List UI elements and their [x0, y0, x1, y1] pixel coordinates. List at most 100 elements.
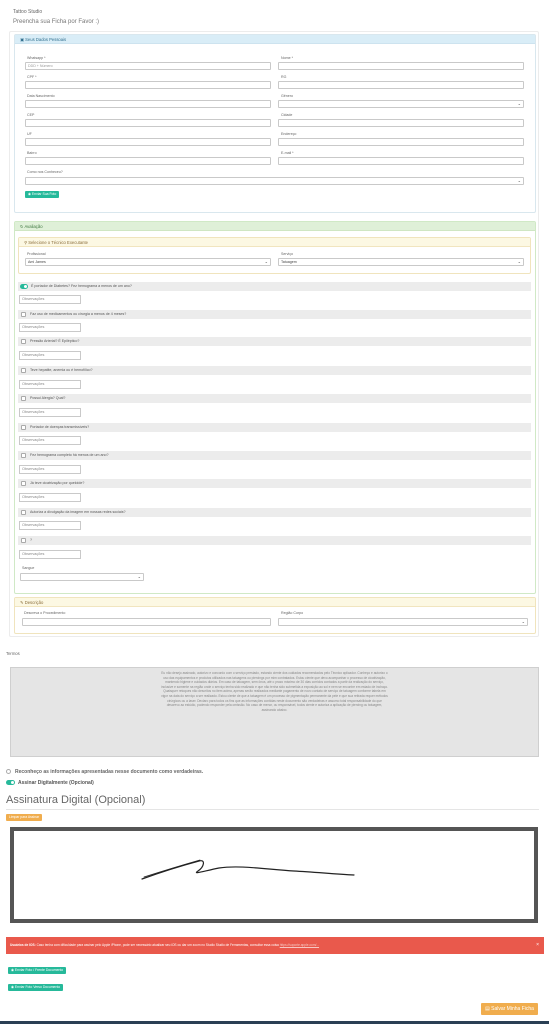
sangue-select[interactable]: ⌄	[20, 573, 144, 581]
send-id-back-button[interactable]: ◉ Enviar Foto Verso Documento	[8, 984, 64, 991]
camera-icon: ◉	[11, 985, 14, 989]
question-row: Pressão Arterial? É Epiléptico?	[18, 337, 531, 346]
cpf-input[interactable]	[25, 81, 271, 89]
cep-input[interactable]	[25, 119, 271, 127]
observacoes-input[interactable]: Observações	[19, 408, 81, 417]
question-checkbox[interactable]	[21, 339, 26, 344]
whatsapp-input[interactable]: DDD + Número	[25, 62, 271, 70]
divider	[6, 809, 539, 810]
profissional-select[interactable]: Ami James ⌄	[25, 258, 271, 266]
termos-textarea[interactable]: Eu não desejo assinado, autorizo e conco…	[10, 667, 539, 757]
question-row: Autoriza a divulgação da imagem em nossa…	[18, 508, 531, 517]
observacoes-input[interactable]: Observações	[19, 380, 81, 389]
refresh-icon: ↻	[20, 224, 24, 229]
email-input[interactable]	[278, 157, 524, 165]
question-toggle[interactable]	[20, 284, 28, 289]
page-subtitle: Preencha sua Ficha por Favor :)	[13, 19, 100, 25]
question-row: Possui Alergia? Qual?	[18, 394, 531, 403]
sign-toggle[interactable]	[6, 780, 15, 785]
servico-select[interactable]: Tatuagem ⌄	[278, 258, 524, 266]
nascimento-label: Data Nascimento	[27, 94, 55, 98]
uf-label: UF	[27, 132, 32, 136]
endereco-input[interactable]	[278, 138, 524, 146]
conheceu-label: Como nos Conheceu?	[27, 170, 63, 174]
agree-row[interactable]: Reconheço as informações apresentadas ne…	[6, 769, 203, 775]
observacoes-input[interactable]: Observações	[19, 436, 81, 445]
chevron-down-icon: ⌄	[517, 259, 521, 264]
alert-link[interactable]: https://suporte.apple.com/...	[280, 943, 319, 947]
descricao-label: Descreva o Procedimento	[24, 611, 66, 615]
close-icon[interactable]: ×	[536, 937, 539, 954]
user-icon: ▣	[20, 37, 24, 42]
whatsapp-label: Whatsapp *	[27, 56, 46, 60]
avaliacao-heading: ↻ Avaliação	[15, 222, 535, 231]
question-checkbox[interactable]	[21, 538, 26, 543]
bairro-input[interactable]	[25, 157, 271, 165]
question-row: Teve hepatite, anemia ou é hemofílico?	[18, 366, 531, 375]
conheceu-select[interactable]: ⌄	[25, 177, 524, 185]
chevron-down-icon: ⌄	[521, 619, 525, 624]
email-label: E-mail *	[281, 151, 294, 155]
clear-signature-button[interactable]: Limpar para Assinar	[6, 814, 43, 821]
termos-label: Termos	[6, 651, 20, 656]
question-checkbox[interactable]	[21, 368, 26, 373]
chevron-down-icon: ⌄	[264, 259, 268, 264]
genero-select[interactable]: ⌄	[278, 100, 524, 108]
descricao-panel: ✎ Descrição	[14, 597, 536, 634]
observacoes-input[interactable]: Observações	[19, 493, 81, 502]
rg-input[interactable]	[278, 81, 524, 89]
chevron-down-icon: ⌄	[517, 101, 521, 106]
observacoes-input[interactable]: Observações	[19, 351, 81, 360]
servico-label: Serviço	[281, 252, 293, 256]
camera-icon: ◉	[11, 968, 14, 972]
question-row: Faz uso de medicamentos ou cirurgia a me…	[18, 310, 531, 319]
agree-checkbox[interactable]	[6, 769, 11, 774]
signature-stroke	[141, 859, 355, 880]
question-checkbox[interactable]	[21, 453, 26, 458]
send-photo-button[interactable]: ◉ Enviar Sua Foto	[25, 191, 60, 198]
nome-label: Nome *	[281, 56, 293, 60]
uf-input[interactable]	[25, 138, 271, 146]
edit-icon: ✎	[20, 600, 24, 605]
cidade-label: Cidade	[281, 113, 293, 117]
cidade-input[interactable]	[278, 119, 524, 127]
pin-icon: ⚲	[24, 240, 28, 245]
observacoes-input[interactable]: Observações	[19, 465, 81, 474]
question-checkbox[interactable]	[21, 396, 26, 401]
regiao-select[interactable]: ⌄	[278, 618, 528, 626]
send-id-front-button[interactable]: ◉ Enviar Foto / Frente Documento	[8, 967, 67, 974]
tecnico-heading: ⚲ Selecione o Técnico Executante	[19, 238, 530, 247]
regiao-label: Região Corpo	[281, 611, 304, 615]
question-row: É portador de Diabetes? Fez hemograma a …	[18, 282, 531, 291]
genero-label: Gênero	[281, 94, 293, 98]
nascimento-input[interactable]	[25, 100, 271, 108]
personal-data-heading: ▣ Seus Dados Pessoais	[15, 35, 535, 44]
signature-title: Assinatura Digital (Opcional)	[6, 794, 146, 806]
question-checkbox[interactable]	[21, 425, 26, 430]
endereco-label: Endereço	[281, 132, 297, 136]
question-row: ?	[18, 536, 531, 545]
cpf-label: CPF *	[27, 75, 37, 79]
question-checkbox[interactable]	[21, 312, 26, 317]
descricao-input[interactable]	[22, 618, 271, 626]
observacoes-input[interactable]: Observações	[19, 521, 81, 530]
camera-icon: ◉	[28, 192, 31, 196]
observacoes-input[interactable]: Observações	[19, 295, 81, 304]
question-row: Já teve cicatrização por queloide?	[18, 479, 531, 488]
save-icon: ▤	[485, 1006, 490, 1012]
chevron-down-icon: ⌄	[517, 178, 521, 183]
ios-alert: Usuários de IOS: Caso tenha com dificuld…	[6, 937, 544, 954]
rg-label: RG	[281, 75, 287, 79]
question-row: Portador de doenças transmissíveis?	[18, 423, 531, 432]
observacoes-input[interactable]: Observações	[19, 323, 81, 332]
nome-input[interactable]	[278, 62, 524, 70]
question-checkbox[interactable]	[21, 481, 26, 486]
sign-toggle-row[interactable]: Assinar Digitalmente (Opcional)	[6, 780, 94, 786]
descricao-heading: ✎ Descrição	[15, 598, 535, 607]
signature-canvas[interactable]	[10, 827, 538, 923]
question-checkbox[interactable]	[21, 510, 26, 515]
save-button[interactable]: ▤ Salvar Minha Ficha	[481, 1003, 538, 1015]
observacoes-input[interactable]: Observações	[19, 550, 81, 559]
chevron-down-icon: ⌄	[137, 574, 141, 579]
cep-label: CEP	[27, 113, 35, 117]
